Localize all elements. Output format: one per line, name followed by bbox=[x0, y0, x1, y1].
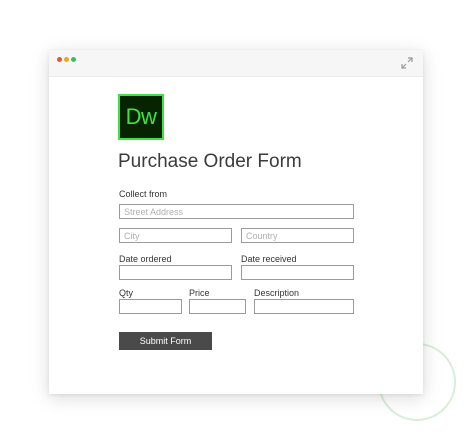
submit-form-button[interactable]: Submit Form bbox=[119, 332, 212, 350]
browser-window bbox=[49, 50, 423, 394]
description-label: Description bbox=[254, 288, 300, 298]
logo-text: Dw bbox=[125, 104, 157, 129]
price-input[interactable] bbox=[189, 299, 246, 314]
price-label: Price bbox=[189, 288, 210, 298]
description-input[interactable] bbox=[254, 299, 354, 314]
date-received-label: Date received bbox=[241, 254, 297, 264]
country-input[interactable] bbox=[241, 228, 354, 243]
stage: Dw Purchase Order Form Collect from Date… bbox=[0, 0, 474, 444]
window-titlebar bbox=[49, 50, 423, 77]
date-received-input[interactable] bbox=[241, 265, 354, 280]
close-dot[interactable] bbox=[57, 57, 62, 62]
page-title: Purchase Order Form bbox=[118, 151, 302, 172]
collect-from-label: Collect from bbox=[119, 189, 168, 199]
date-ordered-input[interactable] bbox=[119, 265, 232, 280]
street-address-input[interactable] bbox=[119, 204, 354, 219]
date-ordered-label: Date ordered bbox=[119, 254, 172, 264]
maximize-dot[interactable] bbox=[71, 57, 76, 62]
minimize-dot[interactable] bbox=[64, 57, 69, 62]
qty-input[interactable] bbox=[119, 299, 182, 314]
expand-arrows-icon[interactable] bbox=[401, 56, 413, 69]
city-input[interactable] bbox=[119, 228, 232, 243]
qty-label: Qty bbox=[119, 288, 134, 298]
dreamweaver-logo: Dw bbox=[118, 94, 164, 140]
